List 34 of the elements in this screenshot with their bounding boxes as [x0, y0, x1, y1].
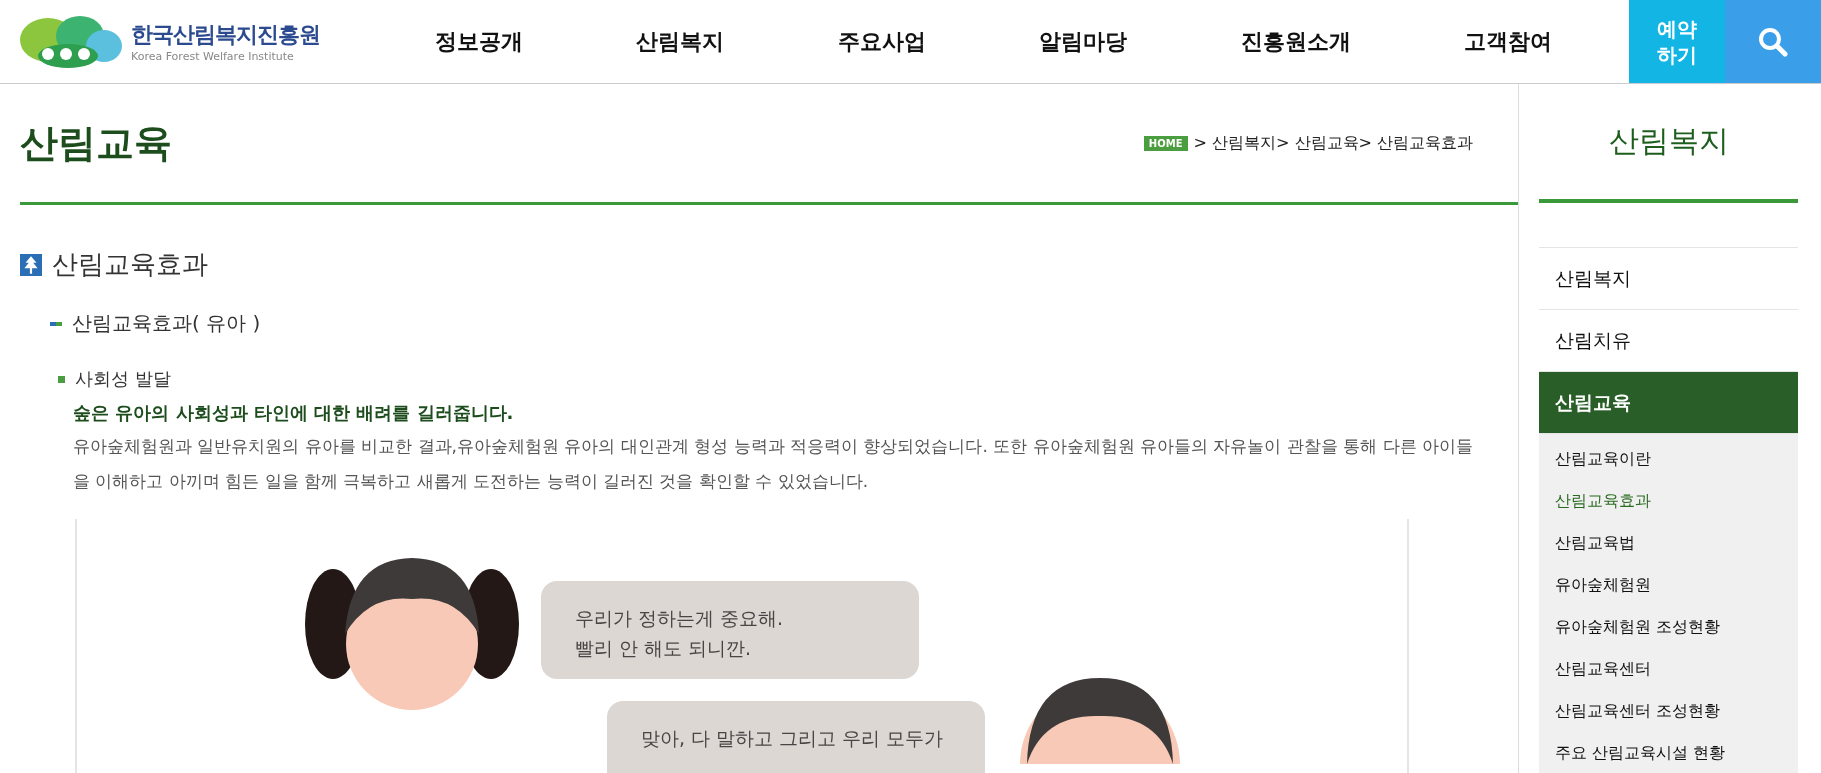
nav-link[interactable]: 고객참여 — [1464, 26, 1553, 57]
page-title: 산림교육 — [20, 119, 172, 167]
sidebar-subitem[interactable]: 산림교육센터 — [1539, 648, 1798, 690]
search-icon — [1757, 25, 1789, 58]
nav-link[interactable]: 주요사업 — [837, 26, 926, 57]
sidebar-subitem[interactable]: 유아숲체험원 — [1539, 564, 1798, 606]
sidebar-item[interactable]: 산림복지 — [1539, 248, 1798, 310]
topic-title: 사회성 발달 — [75, 367, 171, 391]
logo-icon — [18, 13, 123, 70]
nav-link[interactable]: 산림복지 — [636, 26, 725, 57]
sidebar-subitem[interactable]: 유아숲체험원 조성현황 — [1539, 606, 1798, 648]
tree-icon — [20, 253, 42, 276]
speech-bubble: 우리가 정하는게 중요해. 빨리 안 해도 되니깐. — [541, 581, 919, 679]
paragraph: 유아숲체험원과 일반유치원의 유아를 비교한 결과,유아숲체험원 유아의 대인관계 형성 능력과 적응력이 향상되었습니다. 또한 유아숲체험원 유아들의 자유놀이 관찰을 통해 다른 아이들을 이해하고 아끼며 힘든 일을 함께 극복하고 새롭게 도전하는 능력이 길러진 것을 확인할 수 있었습니다. — [73, 435, 1475, 493]
nav-link[interactable]: 정보공개 — [434, 26, 523, 57]
subsection-title: 산림교육효과( 유아 ) — [72, 310, 261, 337]
breadcrumb: > 산림복지> 산림교육> 산림교육효과 — [1193, 132, 1473, 154]
sidebar-subitem[interactable]: 산림교육법 — [1539, 522, 1798, 564]
lead-sentence: 숲은 유아의 사회성과 타인에 대한 배려를 길러줍니다. — [73, 401, 515, 425]
speech-bubble: 맞아, 다 말하고 그리고 우리 모두가 — [607, 701, 985, 773]
logo-subtitle: Korea Forest Welfare Institute — [131, 50, 295, 63]
nav-link[interactable]: 알림마당 — [1039, 26, 1128, 57]
sidebar-item[interactable]: 산림교육 — [1539, 372, 1798, 434]
dash-icon — [50, 321, 62, 326]
sidebar-subitem[interactable]: 산림교육센터 조성현황 — [1539, 690, 1798, 732]
sidebar-title: 산림복지 — [1539, 84, 1798, 203]
square-bullet-icon — [58, 375, 65, 383]
section-title: 산림교육효과 — [52, 248, 208, 281]
search-button[interactable] — [1725, 0, 1821, 83]
nav-link[interactable]: 진흥원소개 — [1240, 26, 1351, 57]
sidebar-subitem[interactable]: 산림교육이란 — [1539, 438, 1798, 480]
sidebar-subitem[interactable]: 산림교육효과 — [1539, 480, 1798, 522]
sidebar-subitem[interactable]: 주요 산림교육시설 현황 — [1539, 732, 1798, 773]
logo-name: 한국산림복지진흥원 — [131, 21, 320, 49]
